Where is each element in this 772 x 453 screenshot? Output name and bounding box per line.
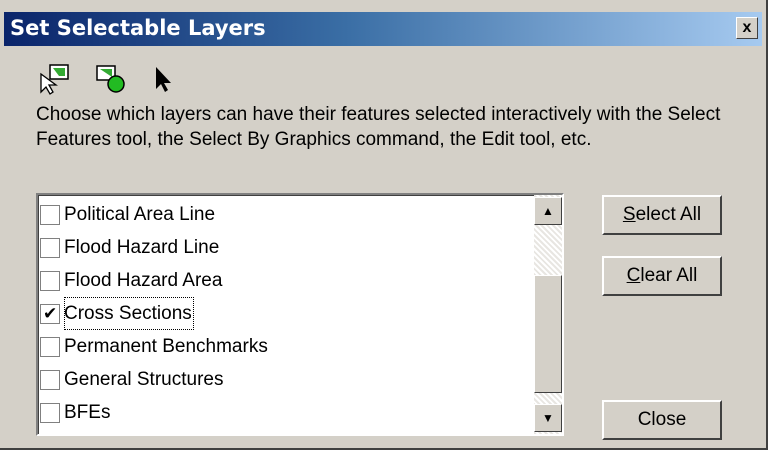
layer-label: FIRM Panel Index — [64, 429, 216, 434]
layer-row[interactable]: Permanent Benchmarks — [40, 330, 534, 363]
layer-row[interactable]: Cross Sections — [40, 297, 534, 330]
layer-checkbox[interactable] — [40, 238, 60, 258]
layer-label: Flood Hazard Area — [64, 270, 223, 291]
layer-checkbox[interactable] — [40, 403, 60, 423]
layer-label: Flood Hazard Line — [64, 237, 220, 258]
clear-all-button[interactable]: Clear All — [602, 256, 722, 296]
clear-all-mnemonic: C — [626, 265, 641, 286]
select-all-mnemonic: S — [622, 204, 636, 225]
layer-row[interactable]: General Structures — [40, 363, 534, 396]
layer-row[interactable]: Flood Hazard Area — [40, 264, 534, 297]
layer-row[interactable]: Political Area Line — [40, 198, 534, 231]
layers-list: Political Area Line Flood Hazard Line Floo… — [40, 198, 534, 434]
vertical-scrollbar[interactable]: ▲ ▼ — [534, 195, 562, 434]
layer-label: Political Area Line — [64, 204, 216, 225]
clear-all-label: lear All — [640, 265, 698, 286]
layer-row[interactable]: Flood Hazard Line — [40, 231, 534, 264]
set-selectable-layers-dialog: Set Selectable Layers x Choose which lay… — [0, 0, 768, 450]
layer-checkbox[interactable] — [40, 205, 60, 225]
close-icon: x — [742, 19, 752, 36]
layer-checkbox[interactable] — [40, 370, 60, 390]
select-features-icon — [38, 62, 72, 101]
dialog-title: Set Selectable Layers — [10, 16, 266, 40]
title-bar[interactable]: Set Selectable Layers x — [4, 12, 762, 46]
layer-checkbox[interactable] — [40, 297, 60, 330]
description-text: Choose which layers can have their featu… — [36, 104, 721, 150]
close-button[interactable]: Close — [602, 400, 722, 440]
layer-row[interactable]: BFEs — [40, 396, 534, 429]
layer-checkbox[interactable] — [40, 337, 60, 357]
edit-tool-arrow-icon — [148, 62, 182, 101]
scroll-up-button[interactable]: ▲ — [534, 197, 562, 225]
select-by-graphics-icon — [94, 62, 128, 101]
layer-checkbox[interactable] — [40, 271, 60, 291]
scroll-down-button[interactable]: ▼ — [534, 404, 562, 432]
layer-label: BFEs — [64, 402, 111, 423]
layer-label: Cross Sections — [64, 297, 194, 330]
scroll-thumb[interactable] — [534, 275, 562, 393]
layer-label: General Structures — [64, 369, 224, 390]
layers-listbox[interactable]: Political Area Line Flood Hazard Line Floo… — [36, 193, 564, 436]
layer-row[interactable]: FIRM Panel Index — [40, 429, 534, 434]
layer-label: Permanent Benchmarks — [64, 336, 268, 357]
select-all-button[interactable]: Select All — [602, 195, 722, 235]
close-window-button[interactable]: x — [736, 17, 758, 39]
select-all-label: elect All — [635, 204, 702, 225]
